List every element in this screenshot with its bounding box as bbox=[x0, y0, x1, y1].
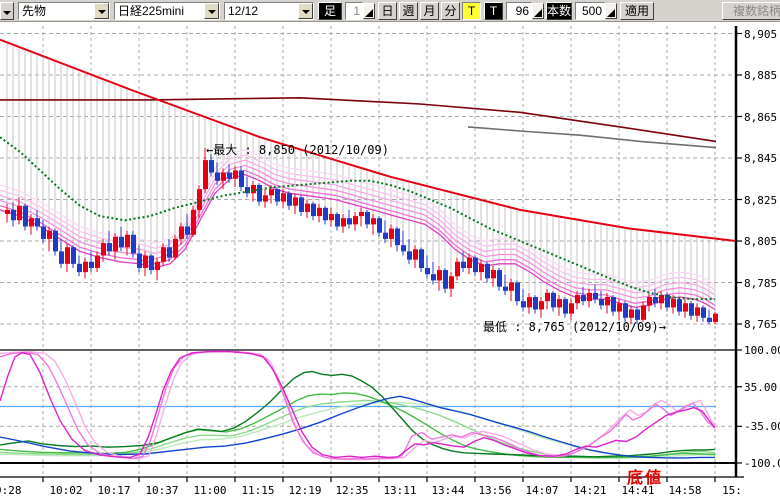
ashi-button[interactable]: 足 bbox=[318, 2, 342, 20]
toolbar: 先物 日経225mini 12/12 足 1 日 週 月 分 T T 96 本数… bbox=[0, 0, 780, 22]
chevron-down-icon[interactable] bbox=[94, 3, 109, 19]
bar-count-input[interactable]: 500 bbox=[575, 2, 605, 20]
max-price-annotation: ←最大 : 8,850 (2012/10/09) bbox=[206, 141, 389, 158]
monthly-button[interactable]: 月 bbox=[420, 2, 439, 20]
price-and-oscillator-chart[interactable] bbox=[0, 0, 780, 500]
symbol-value: 日経225mini bbox=[118, 4, 203, 19]
multi-symbol-button[interactable]: 複数銘柄 bbox=[722, 2, 780, 20]
contract-month-combobox[interactable]: 12/12 bbox=[224, 2, 314, 20]
tick-mode-button[interactable]: T bbox=[484, 2, 503, 20]
partial-combo-arrow-button[interactable] bbox=[0, 2, 14, 20]
contract-month-value: 12/12 bbox=[228, 4, 297, 19]
weekly-button[interactable]: 週 bbox=[399, 2, 418, 20]
bottom-value-marker: 底値 bbox=[627, 464, 663, 488]
apply-button[interactable]: 適用 bbox=[620, 2, 654, 20]
symbol-combobox[interactable]: 日経225mini bbox=[114, 2, 220, 20]
interval-spinner-icon[interactable] bbox=[363, 3, 375, 19]
tick-count-input[interactable]: 96 bbox=[506, 2, 532, 20]
daily-button[interactable]: 日 bbox=[378, 2, 397, 20]
bar-count-label-button[interactable]: 本数 bbox=[546, 2, 572, 20]
tick-button-selected[interactable]: T bbox=[462, 2, 481, 20]
chevron-down-icon[interactable] bbox=[298, 3, 313, 19]
minute-button[interactable]: 分 bbox=[441, 2, 460, 20]
instrument-type-combobox[interactable]: 先物 bbox=[18, 2, 110, 20]
chart-application-window: 8,9058,8858,8658,8458,8258,8058,7858,765… bbox=[0, 0, 780, 500]
chevron-down-icon[interactable] bbox=[204, 3, 219, 19]
instrument-type-value: 先物 bbox=[22, 4, 93, 19]
interval-input[interactable]: 1 bbox=[345, 2, 363, 20]
tick-count-spinner-icon[interactable] bbox=[532, 3, 544, 19]
min-price-annotation: 最低 : 8,765 (2012/10/09)→ bbox=[483, 318, 666, 335]
bar-count-spinner-icon[interactable] bbox=[605, 3, 617, 19]
